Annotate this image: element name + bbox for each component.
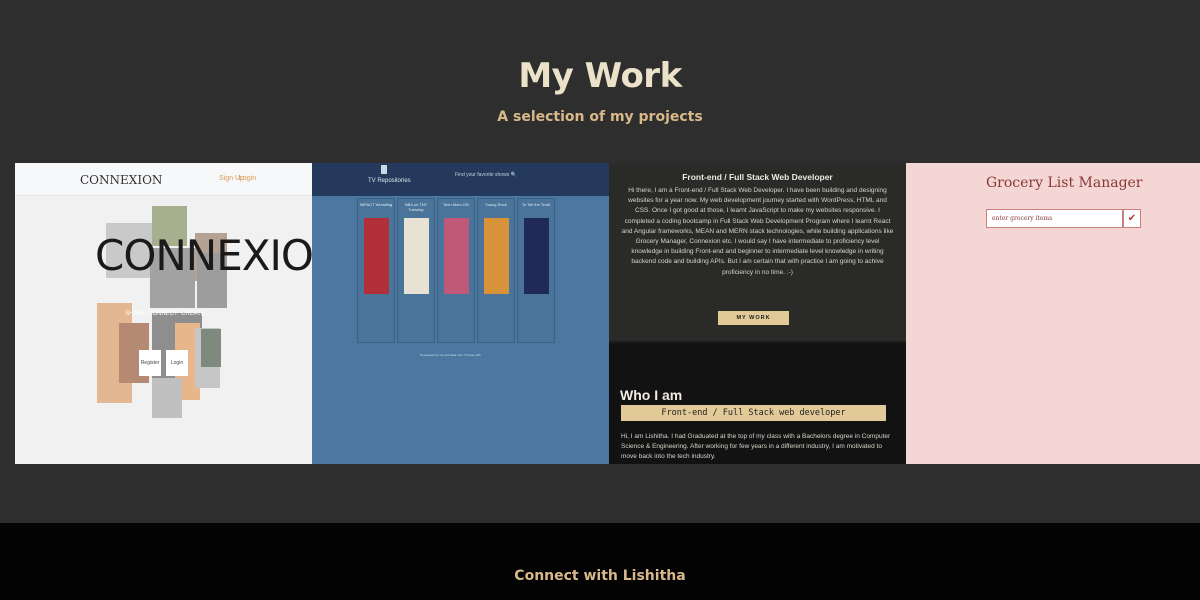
show-cards: IMPACT Wrestling NBA on TNT Tuesday Teen… [357, 198, 557, 343]
register-button: Register [139, 350, 161, 376]
hero-title: Front-end / Full Stack Web Developer [682, 172, 833, 182]
work-section: My Work A selection of my projects CONNE… [0, 0, 1200, 523]
show-poster [484, 218, 509, 294]
show-poster [444, 218, 469, 294]
hero-tag-connect: CONNECT [148, 311, 178, 317]
project-tile-connexion[interactable]: CONNEXION Sign Up Login CONNEXION SHARE … [15, 163, 312, 464]
hero-text: Hi there, I am a Front-end / Full Stack … [621, 187, 894, 276]
show-name: To Tell the Truth [521, 202, 551, 207]
show-name: NBA on TNT Tuesday [404, 202, 428, 212]
tv-search-hint: Find your favorite shows 🔍 [455, 172, 517, 178]
show-poster [404, 218, 429, 294]
tv-footer-note: Developed by me with data from TVmaze AP… [420, 353, 481, 357]
about-text: Hi, I am Lishitha. I had Graduated at th… [621, 433, 891, 461]
project-gallery: CONNEXION Sign Up Login CONNEXION SHARE … [15, 163, 1200, 464]
about-role: Front-end / Full Stack web developer [621, 405, 886, 421]
tv-header: TV Repositories Find your favorite shows… [312, 163, 609, 196]
my-work-button: MY WORK [718, 311, 789, 325]
show-name: Young Rock [485, 202, 507, 207]
search-icon: 🔍 [510, 172, 517, 178]
hero-tag-create: CREATE [181, 311, 205, 317]
connexion-hero-logo: CONNEXION [95, 231, 312, 280]
project-tile-grocery[interactable]: Grocery List Manager enter grocery items… [906, 163, 1200, 464]
show-card: Teen Mom OG [437, 198, 475, 343]
footer-heading: Connect with Lishitha [514, 568, 686, 584]
show-name: IMPACT Wrestling [359, 202, 393, 207]
section-subtitle: A selection of my projects [497, 109, 703, 125]
portfolio-hero: Front-end / Full Stack Web Developer Hi … [609, 163, 906, 341]
check-icon: ✔ [1123, 209, 1141, 228]
show-card: IMPACT Wrestling [357, 198, 395, 343]
show-card: NBA on TNT Tuesday [397, 198, 435, 343]
grocery-title: Grocery List Manager [986, 175, 1143, 191]
show-poster [364, 218, 389, 294]
project-tile-tv-repositories[interactable]: TV Repositories Find your favorite shows… [312, 163, 609, 464]
collage-photo [152, 378, 182, 418]
show-card: Young Rock [477, 198, 515, 343]
hero-tag-share: SHARE [125, 311, 146, 317]
footer: Connect with Lishitha [0, 523, 1200, 600]
tv-logo-icon [381, 165, 387, 174]
show-card: To Tell the Truth [517, 198, 555, 343]
connexion-logo: CONNEXION [80, 173, 163, 187]
about-title: Who I am [620, 387, 683, 403]
login-button: Login [166, 350, 188, 376]
grocery-input: enter grocery items [986, 209, 1123, 228]
collage-photo [201, 329, 221, 367]
project-tile-portfolio[interactable]: Front-end / Full Stack Web Developer Hi … [609, 163, 906, 464]
connexion-header: CONNEXION Sign Up Login [15, 163, 312, 196]
show-poster [524, 218, 549, 294]
show-name: Teen Mom OG [442, 202, 469, 207]
connexion-login-link: Login [239, 175, 257, 182]
tv-title: TV Repositories [368, 178, 411, 184]
section-title: My Work [518, 56, 682, 96]
